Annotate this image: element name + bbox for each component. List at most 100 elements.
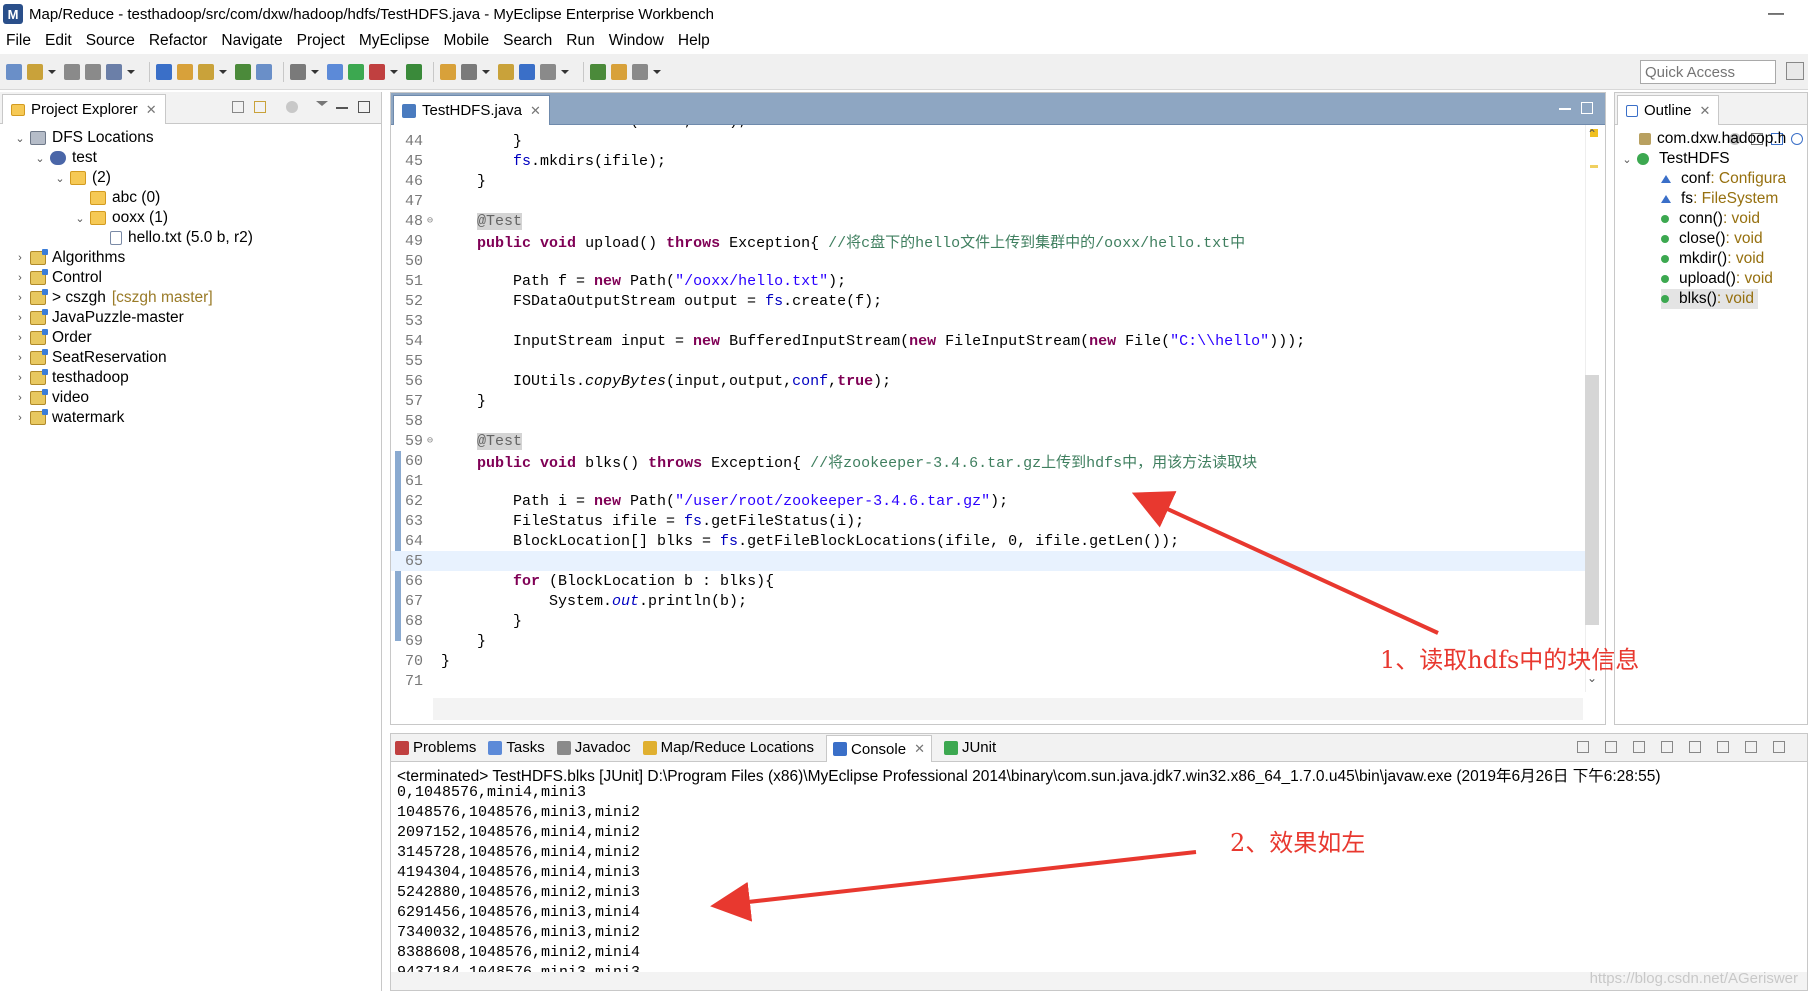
menu-mobile[interactable]: Mobile xyxy=(444,32,490,50)
dropdown-arrow-icon[interactable] xyxy=(561,69,569,74)
toolbar-tool-icon[interactable] xyxy=(327,63,343,80)
maximize-panel-icon[interactable] xyxy=(358,101,370,113)
pin-console-icon[interactable] xyxy=(1689,741,1701,753)
tree-item[interactable]: › Control xyxy=(14,268,102,288)
tree-item[interactable]: › Algorithms xyxy=(14,248,125,268)
tree-item[interactable]: ⌄ test xyxy=(34,148,97,168)
tree-item[interactable]: › Order xyxy=(14,328,92,348)
code-line[interactable]: 44 } xyxy=(391,131,1586,151)
menu-myeclipse[interactable]: MyEclipse xyxy=(359,32,430,50)
chevron-down-icon[interactable] xyxy=(316,101,328,106)
display-console-icon[interactable] xyxy=(1717,741,1729,753)
menu-refactor[interactable]: Refactor xyxy=(149,32,208,50)
expand-down-icon[interactable]: ⌄ xyxy=(1621,153,1633,166)
toolbar-tool-icon[interactable] xyxy=(461,63,477,80)
scroll-up-icon[interactable]: ⌃ xyxy=(1585,127,1599,141)
expand-down-icon[interactable]: ⌄ xyxy=(14,132,26,145)
tree-item[interactable]: › JavaPuzzle-master xyxy=(14,308,184,328)
code-line[interactable]: 46 } xyxy=(391,171,1586,191)
tree-item[interactable]: ⌄ DFS Locations xyxy=(14,128,153,148)
expand-right-icon[interactable]: › xyxy=(14,412,26,424)
toolbar-tool-icon[interactable] xyxy=(235,63,251,80)
hide-fields-icon[interactable] xyxy=(1791,133,1803,145)
tree-item[interactable]: ⌄ (2) xyxy=(54,168,111,188)
open-perspective-icon[interactable] xyxy=(1786,62,1804,80)
expand-right-icon[interactable]: › xyxy=(14,272,26,284)
tab-junit[interactable]: JUnit xyxy=(943,735,996,761)
dropdown-arrow-icon[interactable] xyxy=(127,69,135,74)
menu-window[interactable]: Window xyxy=(609,32,664,50)
toolbar-tool-icon[interactable] xyxy=(177,63,193,80)
fold-icon[interactable]: ⊖ xyxy=(427,435,437,447)
link-editor-icon[interactable] xyxy=(254,101,266,113)
toolbar-tool-icon[interactable] xyxy=(440,63,456,80)
code-line[interactable]: 50 xyxy=(391,251,1586,271)
minimize-button[interactable]: — xyxy=(1764,2,1788,26)
outline-item[interactable]: fs : FileSystem xyxy=(1661,189,1778,209)
expand-right-icon[interactable]: › xyxy=(14,252,26,264)
code-line[interactable]: 66 for (BlockLocation b : blks){ xyxy=(391,571,1586,591)
menu-help[interactable]: Help xyxy=(678,32,710,50)
minimize-panel-icon[interactable] xyxy=(1559,102,1571,110)
dropdown-arrow-icon[interactable] xyxy=(48,69,56,74)
toolbar-tool-icon[interactable] xyxy=(198,63,214,80)
scroll-lock-icon[interactable] xyxy=(1661,741,1673,753)
vertical-scrollbar-thumb[interactable] xyxy=(1585,375,1599,625)
toolbar-tool-icon[interactable] xyxy=(85,63,101,80)
tab-testhdfs-java[interactable]: TestHDFS.java ✕ xyxy=(393,95,550,125)
tree-item[interactable]: › SeatReservation xyxy=(14,348,167,368)
code-line[interactable]: 68 } xyxy=(391,611,1586,631)
code-line[interactable]: 45 fs.mkdirs(ifile); xyxy=(391,151,1586,171)
toolbar-tool-icon[interactable] xyxy=(256,63,272,80)
outline-item[interactable]: mkdir() : void xyxy=(1661,249,1764,269)
code-line[interactable]: 54 InputStream input = new BufferedInput… xyxy=(391,331,1586,351)
code-line[interactable]: 58 xyxy=(391,411,1586,431)
code-line[interactable]: 61 xyxy=(391,471,1586,491)
dropdown-arrow-icon[interactable] xyxy=(390,69,398,74)
toolbar-tool-icon[interactable] xyxy=(348,63,364,80)
toolbar-tool-icon[interactable] xyxy=(64,63,80,80)
tree-item[interactable]: › > cszgh [cszgh master] xyxy=(14,288,213,308)
menu-project[interactable]: Project xyxy=(297,32,345,50)
code-line[interactable]: 52 FSDataOutputStream output = fs.create… xyxy=(391,291,1586,311)
dropdown-arrow-icon[interactable] xyxy=(311,69,319,74)
close-icon[interactable]: ✕ xyxy=(530,103,541,119)
tab-map-reduce-locations[interactable]: Map/Reduce Locations xyxy=(642,735,814,761)
code-line[interactable]: 64 BlockLocation[] blks = fs.getFileBloc… xyxy=(391,531,1586,551)
console-output[interactable]: 0,1048576,mini4,mini3 1048576,1048576,min… xyxy=(397,784,640,984)
toolbar-tool-icon[interactable] xyxy=(540,63,556,80)
dropdown-arrow-icon[interactable] xyxy=(219,69,227,74)
menu-source[interactable]: Source xyxy=(86,32,135,50)
expand-down-icon[interactable]: ⌄ xyxy=(54,172,66,185)
code-line[interactable]: 53 xyxy=(391,311,1586,331)
toolbar-tool-icon[interactable] xyxy=(611,63,627,80)
expand-right-icon[interactable]: › xyxy=(14,312,26,324)
code-line[interactable]: 65 xyxy=(391,551,1586,571)
clear-console-icon[interactable] xyxy=(1633,741,1645,753)
horizontal-scrollbar[interactable] xyxy=(433,698,1583,720)
code-line[interactable]: 55 xyxy=(391,351,1586,371)
close-icon[interactable]: ✕ xyxy=(914,741,925,757)
view-menu-icon[interactable] xyxy=(286,101,298,113)
tree-item[interactable]: › watermark xyxy=(14,408,124,428)
outline-item[interactable]: conn() : void xyxy=(1661,209,1760,229)
toolbar-tool-icon[interactable] xyxy=(106,63,122,80)
tab-console[interactable]: Console ✕ xyxy=(826,735,932,762)
tab-javadoc[interactable]: Javadoc xyxy=(556,735,631,761)
dropdown-arrow-icon[interactable] xyxy=(653,69,661,74)
code-line[interactable]: 57 } xyxy=(391,391,1586,411)
tree-item[interactable]: hello.txt (5.0 b, r2) xyxy=(94,228,253,248)
code-line[interactable]: 48 ⊖ @Test xyxy=(391,211,1586,231)
code-editor[interactable]: 43 fs.delete(ifile,true);44 }45 fs.mkdir… xyxy=(391,125,1586,692)
toolbar-tool-icon[interactable] xyxy=(290,63,306,80)
outline-item[interactable]: conf : Configura xyxy=(1661,169,1786,189)
tree-item[interactable]: ⌄ ooxx (1) xyxy=(74,208,168,228)
code-line[interactable]: 47 xyxy=(391,191,1586,211)
expand-right-icon[interactable]: › xyxy=(14,352,26,364)
expand-right-icon[interactable]: › xyxy=(14,292,26,304)
outline-item[interactable]: close() : void xyxy=(1661,229,1763,249)
menu-edit[interactable]: Edit xyxy=(45,32,72,50)
outline-item[interactable]: upload() : void xyxy=(1661,269,1773,289)
code-line[interactable]: 60 public void blks() throws Exception{ … xyxy=(391,451,1586,472)
menu-navigate[interactable]: Navigate xyxy=(221,32,282,50)
